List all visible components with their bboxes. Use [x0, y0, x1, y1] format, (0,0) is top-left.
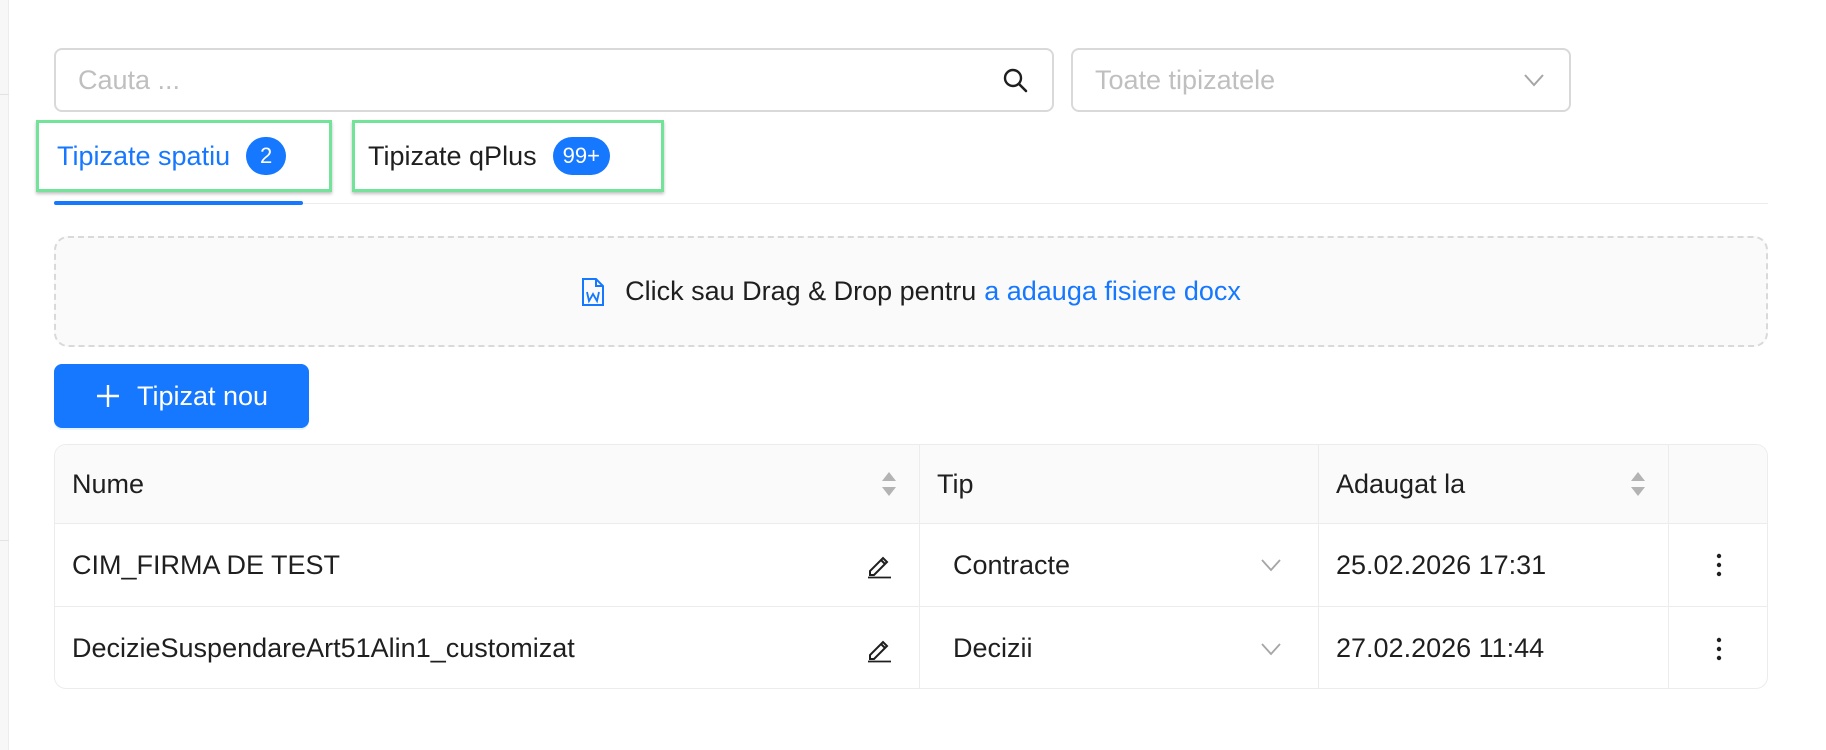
count-badge: 2 — [246, 137, 287, 175]
column-label: Nume — [72, 468, 145, 499]
date-value: 27.02.2026 11:44 — [1336, 633, 1545, 663]
tab-label: Tipizate qPlus — [368, 140, 537, 171]
table-header: Nume Tip Adaugat la — [55, 445, 1767, 524]
word-file-icon — [581, 277, 607, 307]
template-name: DecizieSuspendareArt51Alin1_customizat — [72, 633, 575, 663]
new-template-button[interactable]: Tipizat nou — [54, 364, 309, 428]
table-row: CIM_FIRMA DE TEST Contracte 25.02.2026 1… — [55, 524, 1767, 607]
name-cell: CIM_FIRMA DE TEST — [55, 524, 920, 606]
dropzone-text: Click sau Drag & Drop pentru — [625, 276, 977, 306]
tip-select[interactable]: Contracte — [937, 550, 1318, 581]
sort-icon[interactable] — [879, 469, 899, 499]
edit-icon[interactable] — [865, 635, 893, 663]
column-label: Tip — [937, 468, 974, 499]
more-vertical-icon[interactable] — [1704, 550, 1734, 580]
search-box[interactable] — [54, 48, 1054, 112]
actions-cell — [1669, 524, 1767, 606]
template-name: CIM_FIRMA DE TEST — [72, 549, 341, 580]
templates-table: Nume Tip Adaugat la CIM_FIRMA DE TEST Co… — [54, 444, 1768, 689]
tip-value: Decizii — [953, 633, 1033, 663]
tabs-bar: Tipizate spatiu 2 Tipizate qPlus 99+ — [36, 118, 1768, 205]
tip-select[interactable]: Decizii — [937, 633, 1318, 664]
date-cell: 25.02.2026 17:31 — [1319, 524, 1669, 606]
count-badge: 99+ — [552, 137, 610, 175]
type-filter-placeholder: Toate tipizatele — [1095, 64, 1276, 95]
edit-icon[interactable] — [865, 551, 893, 579]
new-template-label: Tipizat nou — [136, 380, 269, 411]
frame-divider — [0, 94, 9, 95]
tip-cell: Contracte — [920, 524, 1319, 606]
sort-icon[interactable] — [1628, 469, 1648, 499]
column-header-nume[interactable]: Nume — [55, 445, 920, 523]
column-label: Adaugat la — [1336, 468, 1466, 499]
tip-value: Contracte — [953, 549, 1071, 580]
tab-tipizate-qplus[interactable]: Tipizate qPlus 99+ — [352, 120, 664, 192]
frame-divider — [0, 540, 9, 541]
page: Toate tipizatele Tipizate spatiu 2 Tipiz… — [0, 0, 1826, 750]
search-icon[interactable] — [1000, 65, 1030, 95]
plus-icon — [95, 383, 121, 409]
date-value: 25.02.2026 17:31 — [1336, 549, 1547, 580]
search-input[interactable] — [78, 64, 1000, 96]
chevron-down-icon — [1521, 67, 1547, 93]
more-vertical-icon[interactable] — [1704, 634, 1734, 664]
actions-cell — [1669, 607, 1767, 688]
tab-tipizate-spatiu[interactable]: Tipizate spatiu 2 — [36, 120, 332, 192]
table-row: DecizieSuspendareArt51Alin1_customizat D… — [55, 607, 1767, 688]
chevron-down-icon — [1258, 636, 1284, 662]
type-filter-select[interactable]: Toate tipizatele — [1071, 48, 1571, 112]
name-cell: DecizieSuspendareArt51Alin1_customizat — [55, 607, 920, 688]
tip-cell: Decizii — [920, 607, 1319, 688]
active-tab-indicator — [54, 201, 303, 205]
left-frame — [0, 0, 9, 750]
column-header-adaugat[interactable]: Adaugat la — [1319, 445, 1669, 523]
date-cell: 27.02.2026 11:44 — [1319, 607, 1669, 688]
column-header-tip: Tip — [920, 445, 1319, 523]
upload-dropzone[interactable]: Click sau Drag & Drop pentru a adauga fi… — [54, 236, 1768, 347]
add-docx-link[interactable]: a adauga fisiere docx — [984, 276, 1241, 307]
tab-label: Tipizate spatiu — [57, 140, 231, 171]
column-header-actions — [1669, 445, 1767, 523]
chevron-down-icon — [1258, 552, 1284, 578]
